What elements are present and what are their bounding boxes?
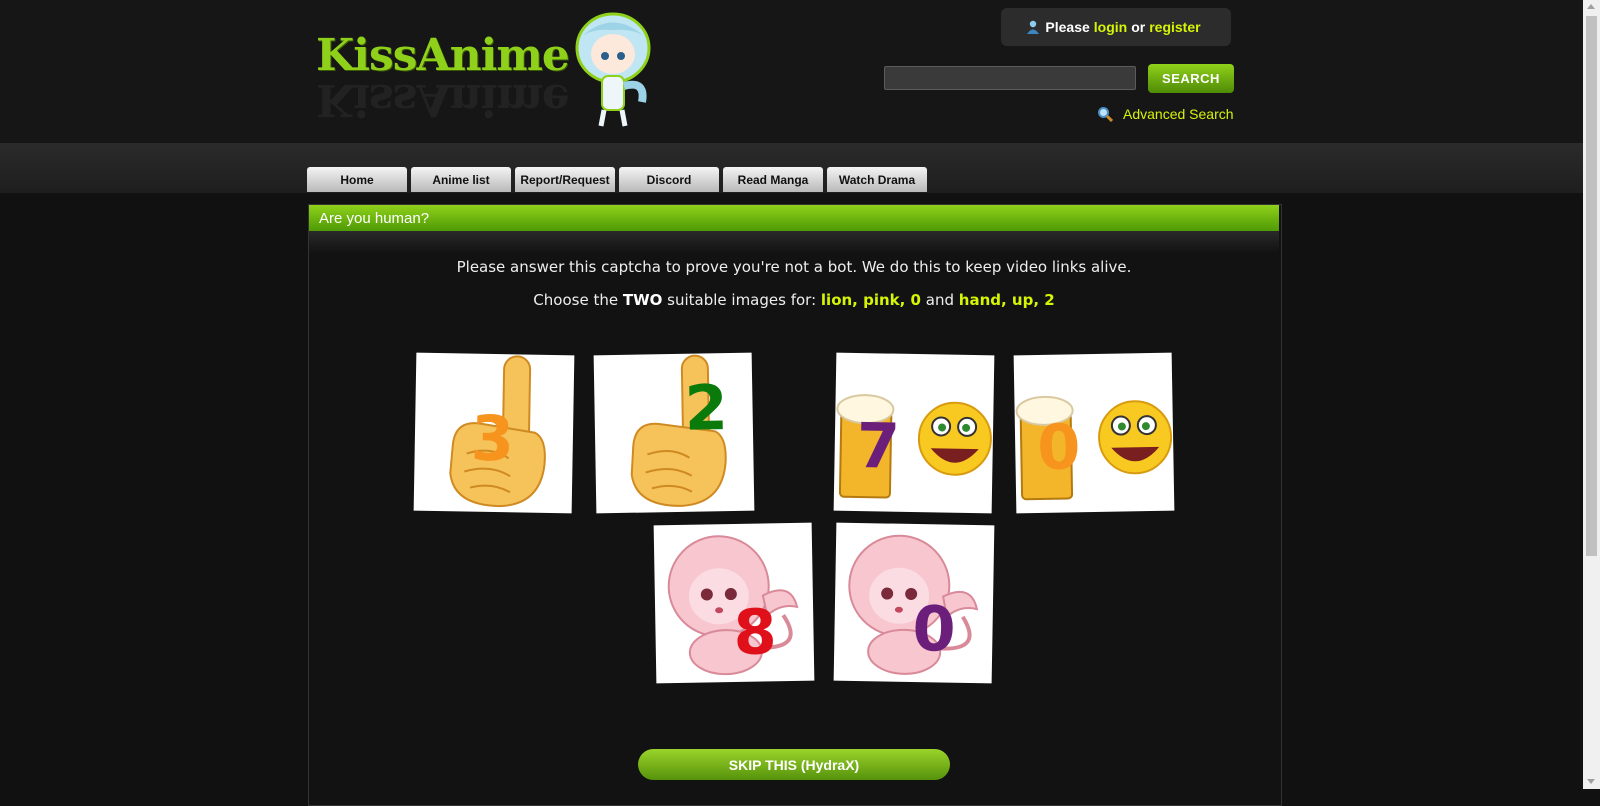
captcha-number-2: 2: [683, 371, 729, 445]
login-or: or: [1131, 19, 1146, 35]
captcha-image-3[interactable]: 7: [833, 352, 995, 514]
site-logo[interactable]: KissAnime KissAnime: [316, 30, 570, 130]
tab-discord[interactable]: Discord: [619, 167, 719, 192]
login-prefix: Please: [1045, 19, 1090, 35]
captcha-image-2[interactable]: 2: [593, 352, 755, 514]
captcha-number-3: 7: [856, 409, 901, 483]
site-header: [0, 0, 1583, 143]
captcha-image-1[interactable]: 3: [413, 352, 575, 514]
mascot-image: [575, 12, 651, 127]
user-icon: [1027, 20, 1040, 34]
captcha-instruction: Please answer this captcha to prove you'…: [456, 258, 1132, 276]
choose-count: TWO: [622, 291, 663, 309]
search-button[interactable]: SEARCH: [1148, 64, 1234, 93]
tab-read-manga[interactable]: Read Manga: [723, 167, 823, 192]
panel-shade: [309, 231, 1279, 253]
captcha-image-5[interactable]: 8: [653, 522, 815, 684]
scroll-down-arrow-icon[interactable]: [1587, 779, 1595, 784]
login-box: Please login or register: [1001, 8, 1231, 46]
captcha-title: Are you human?: [309, 205, 1279, 231]
scroll-up-arrow-icon[interactable]: [1587, 4, 1595, 9]
keyword-1: lion, pink, 0: [820, 291, 921, 309]
captcha-number-5: 8: [732, 595, 778, 670]
magnifier-icon: [1098, 107, 1113, 122]
tab-anime-list[interactable]: Anime list: [411, 167, 511, 192]
advanced-search-label: Advanced Search: [1123, 106, 1234, 122]
choose-middle: suitable images for:: [667, 291, 817, 309]
advanced-search-link[interactable]: Advanced Search: [1097, 104, 1234, 124]
register-link[interactable]: register: [1149, 19, 1200, 35]
captcha-number-6: 0: [911, 591, 957, 666]
tab-report-request[interactable]: Report/Request: [515, 167, 615, 192]
captcha-number-1: 3: [470, 401, 515, 476]
tab-home[interactable]: Home: [307, 167, 407, 192]
scrollbar-thumb[interactable]: [1586, 16, 1597, 556]
captcha-choose-line: Choose the TWO suitable images for: lion…: [0, 291, 1588, 309]
skip-button[interactable]: SKIP THIS (HydraX): [638, 749, 950, 780]
captcha-number-4: 0: [1036, 410, 1082, 484]
keyword-2: hand, up, 2: [958, 291, 1055, 309]
login-link[interactable]: login: [1094, 19, 1127, 35]
hand-up-icon: [630, 354, 727, 507]
choose-prefix: Choose the: [533, 291, 619, 309]
captcha-image-6[interactable]: 0: [833, 522, 995, 684]
and-text: and: [925, 291, 954, 309]
tab-watch-drama[interactable]: Watch Drama: [827, 167, 927, 192]
search-input[interactable]: [884, 66, 1136, 90]
captcha-image-4[interactable]: 0: [1013, 352, 1175, 514]
logo-reflection: KissAnime: [316, 74, 569, 125]
